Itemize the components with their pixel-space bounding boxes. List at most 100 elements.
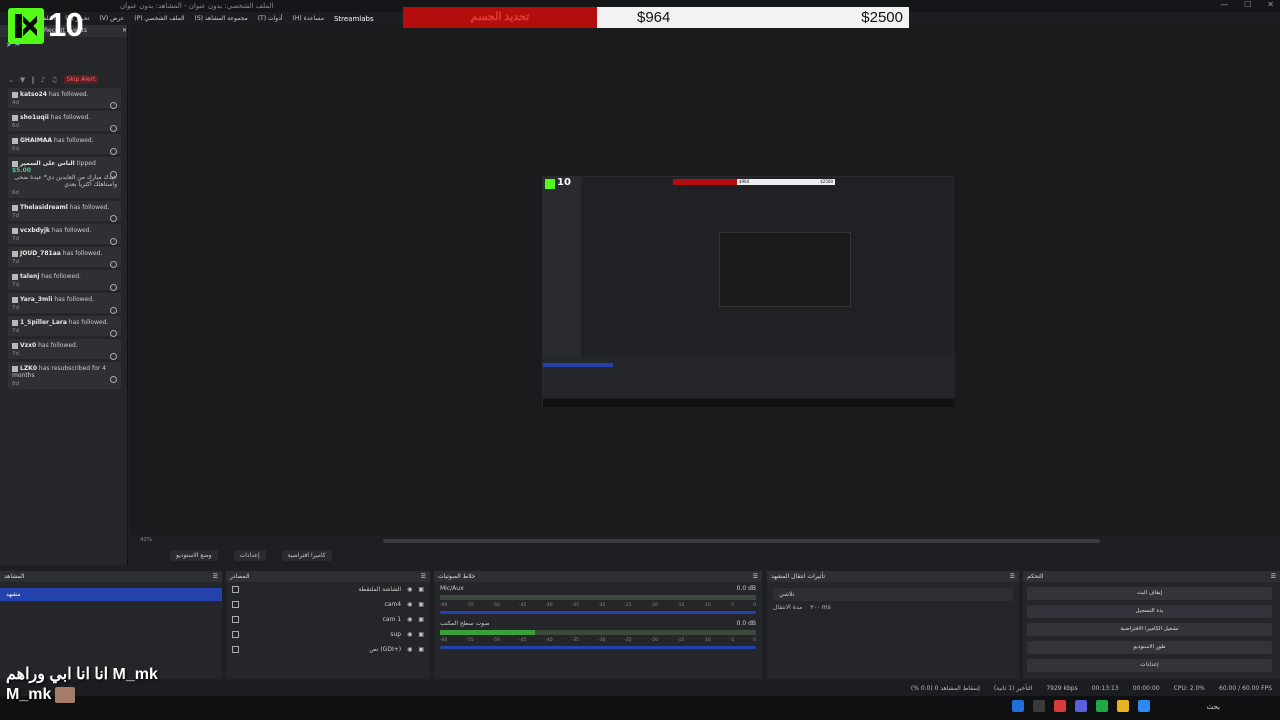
goal-current: $964 (637, 9, 671, 26)
replay-icon[interactable] (110, 376, 117, 383)
goal-target: $2500 (861, 9, 903, 26)
pause-icon[interactable]: ‖ (31, 76, 35, 84)
lock-icon[interactable]: ▣ (418, 631, 424, 638)
duration-input[interactable]: ٣٠٠ ms (810, 604, 831, 611)
panel-menu-icon[interactable]: ☰ (421, 571, 426, 582)
studio-mode-button[interactable]: وضع الاستوديو (170, 550, 218, 561)
kick-icon (12, 114, 18, 121)
virtual-camera-button[interactable]: كاميرا افتراضية (281, 550, 332, 561)
replay-icon[interactable] (110, 171, 117, 178)
menu-item-view[interactable]: (V) عرض (99, 15, 124, 22)
menu-item-help[interactable]: (H) مساعدة (293, 15, 324, 22)
app-icon[interactable] (1033, 700, 1045, 712)
studio-mode-toggle[interactable]: طور الاستوديو (1027, 641, 1272, 654)
source-name: sup (390, 631, 402, 638)
dropped-frames: إسقاط المشاهد 0 (0.0 %) (910, 685, 980, 692)
replay-icon[interactable] (110, 148, 117, 155)
replay-icon[interactable] (110, 261, 117, 268)
replay-icon[interactable] (110, 330, 117, 337)
lock-icon[interactable]: ▣ (418, 586, 424, 593)
source-name: cam4 (384, 601, 402, 608)
eye-icon[interactable]: ◉ (407, 601, 412, 608)
kick-icon (12, 160, 18, 167)
filter-icon[interactable]: ▼ (20, 76, 25, 84)
replay-icon[interactable] (110, 125, 117, 132)
taskbar-search[interactable]: بحث (1207, 703, 1220, 711)
bell-icon[interactable]: ♫ (51, 76, 57, 84)
scene-item[interactable]: مشهد (0, 588, 222, 601)
panel-menu-icon[interactable]: ☰ (1010, 571, 1015, 582)
event-action: has followed. (38, 342, 78, 349)
scale-tick: 0 (753, 603, 756, 608)
chevron-down-icon[interactable]: ⌄ (8, 76, 14, 84)
eye-icon[interactable]: ◉ (407, 631, 412, 638)
channel-db: 0.0 dB (736, 620, 756, 627)
source-item[interactable]: نص (GDI+) ◉ ▣ (226, 642, 430, 657)
panel-menu-icon[interactable]: ☰ (1271, 571, 1276, 582)
volume-icon[interactable]: ♪ (41, 76, 45, 84)
eye-icon[interactable]: ◉ (407, 586, 412, 593)
replay-icon[interactable] (110, 307, 117, 314)
replay-icon[interactable] (110, 284, 117, 291)
minimize-icon[interactable]: — (1220, 0, 1228, 9)
replay-icon[interactable] (110, 353, 117, 360)
app-icon[interactable] (1096, 700, 1108, 712)
event-user: GHAIMAA (20, 137, 53, 144)
virtual-camera-start-button[interactable]: تشغيل الكاميرا الافتراضية (1027, 623, 1272, 636)
menu-item-scene-collection[interactable]: (S) مجموعة المشاهد (194, 15, 247, 22)
source-item[interactable]: cam 1 ◉ ▣ (226, 612, 430, 627)
event-time: 7d (12, 236, 19, 242)
replay-icon[interactable] (110, 238, 117, 245)
app-icon[interactable] (1054, 700, 1066, 712)
menu-item-profile[interactable]: (P) الملف الشخصي (134, 15, 184, 22)
replay-icon[interactable] (110, 102, 117, 109)
skip-alert-button[interactable]: Skip Alert (63, 75, 99, 84)
transitions-title: تأثيرات انتقال المشهد (771, 573, 826, 580)
eye-icon[interactable]: ◉ (407, 646, 412, 653)
close-icon[interactable]: ✕ (122, 25, 127, 37)
event-time: 7d (12, 282, 19, 288)
kick-icon (12, 204, 18, 211)
preview-scrollbar[interactable] (383, 539, 1100, 543)
nested-preview: 10 $964 $2500 (542, 176, 955, 407)
app-icon[interactable] (1138, 700, 1150, 712)
start-recording-button[interactable]: بدء التسجيل (1027, 605, 1272, 618)
event-time: 6d (12, 190, 19, 196)
source-item[interactable]: sup ◉ ▣ (226, 627, 430, 642)
app-icon[interactable] (1012, 700, 1024, 712)
scale-tick: -25 (624, 603, 632, 608)
scale-tick: -30 (597, 603, 606, 608)
chat-message: انا انا ابي وراهم M_mk (6, 666, 158, 683)
volume-slider[interactable] (440, 646, 756, 649)
panel-menu-icon[interactable]: ☰ (753, 571, 758, 582)
menu-item-tools[interactable]: (T) أدوات (258, 15, 283, 22)
app-icon[interactable] (1075, 700, 1087, 712)
event-action: has followed. (51, 227, 92, 234)
channel-db: 0.0 dB (736, 585, 756, 592)
replay-icon[interactable] (110, 215, 117, 222)
event-time: 6d (12, 146, 19, 152)
source-item[interactable]: cam4 ◉ ▣ (226, 597, 430, 612)
lock-icon[interactable]: ▣ (418, 646, 424, 653)
close-icon[interactable]: ✕ (1267, 0, 1274, 9)
eye-icon[interactable]: ◉ (407, 616, 412, 623)
menu-item-streamlabs[interactable]: Streamlabs (334, 15, 374, 23)
zoom-indicator[interactable]: 42% (140, 537, 152, 543)
transition-type-select[interactable]: تلاشي (773, 588, 1013, 601)
scale-tick: -20 (650, 638, 658, 643)
stop-stream-button[interactable]: إيقاف البث (1027, 587, 1272, 600)
scale-tick: -20 (650, 603, 658, 608)
goal-target-small: $2500 (820, 179, 833, 184)
lock-icon[interactable]: ▣ (418, 616, 424, 623)
maximize-icon[interactable]: ☐ (1244, 0, 1251, 9)
settings-button[interactable]: إعدادات (233, 550, 266, 561)
panel-menu-icon[interactable]: ☰ (213, 571, 218, 582)
folder-icon[interactable] (1117, 700, 1129, 712)
lock-icon[interactable]: ▣ (418, 601, 424, 608)
volume-slider[interactable] (440, 611, 756, 614)
scale-tick: -45 (518, 638, 527, 643)
settings-control-button[interactable]: إعدادات (1027, 659, 1272, 672)
scale-tick: -60 (440, 603, 448, 608)
goal-label: تحديد الجسم (403, 7, 597, 28)
source-item[interactable]: الشاشة الملتقطة ◉ ▣ (226, 582, 430, 597)
